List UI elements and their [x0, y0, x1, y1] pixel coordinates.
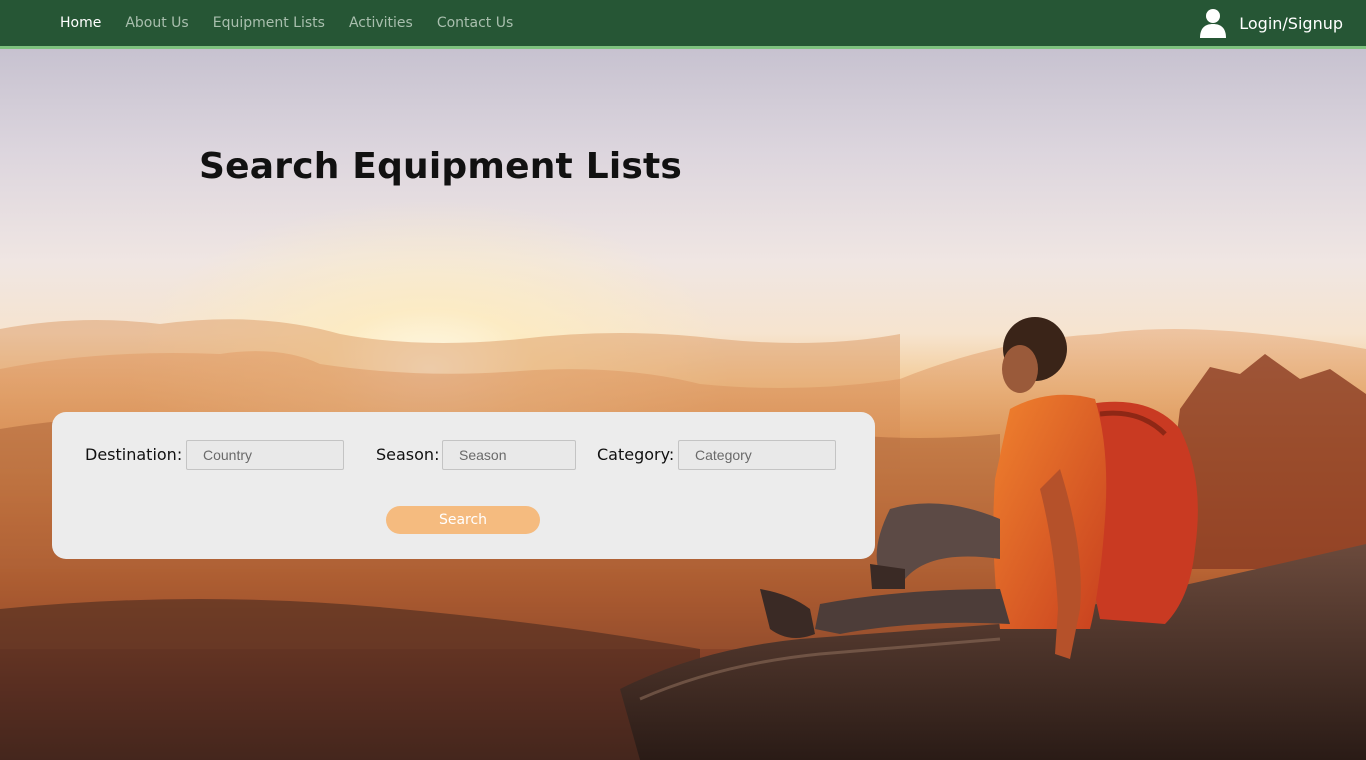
login-signup-link[interactable]: Login/Signup [1199, 0, 1343, 46]
top-navbar: Home About Us Equipment Lists Activities… [0, 0, 1366, 49]
page-title: Search Equipment Lists [199, 146, 683, 187]
category-input[interactable] [678, 440, 836, 470]
season-label: Season: [376, 445, 440, 464]
nav-link-activities[interactable]: Activities [349, 15, 413, 31]
season-input[interactable] [442, 440, 576, 470]
nav-link-equipment-lists[interactable]: Equipment Lists [213, 15, 325, 31]
search-panel: Destination: Season: Category: Search [52, 412, 875, 559]
login-signup-label: Login/Signup [1239, 13, 1343, 33]
user-icon [1200, 9, 1227, 38]
destination-input[interactable] [186, 440, 344, 470]
nav-link-contact-us[interactable]: Contact Us [437, 15, 513, 31]
hero-section: Search Equipment Lists Destination: Seas… [0, 49, 1366, 760]
destination-label: Destination: [85, 445, 183, 464]
search-button[interactable]: Search [386, 506, 540, 534]
category-label: Category: [597, 445, 675, 464]
nav-links: Home About Us Equipment Lists Activities… [60, 0, 537, 46]
nav-link-home[interactable]: Home [60, 15, 101, 31]
nav-link-about-us[interactable]: About Us [125, 15, 188, 31]
